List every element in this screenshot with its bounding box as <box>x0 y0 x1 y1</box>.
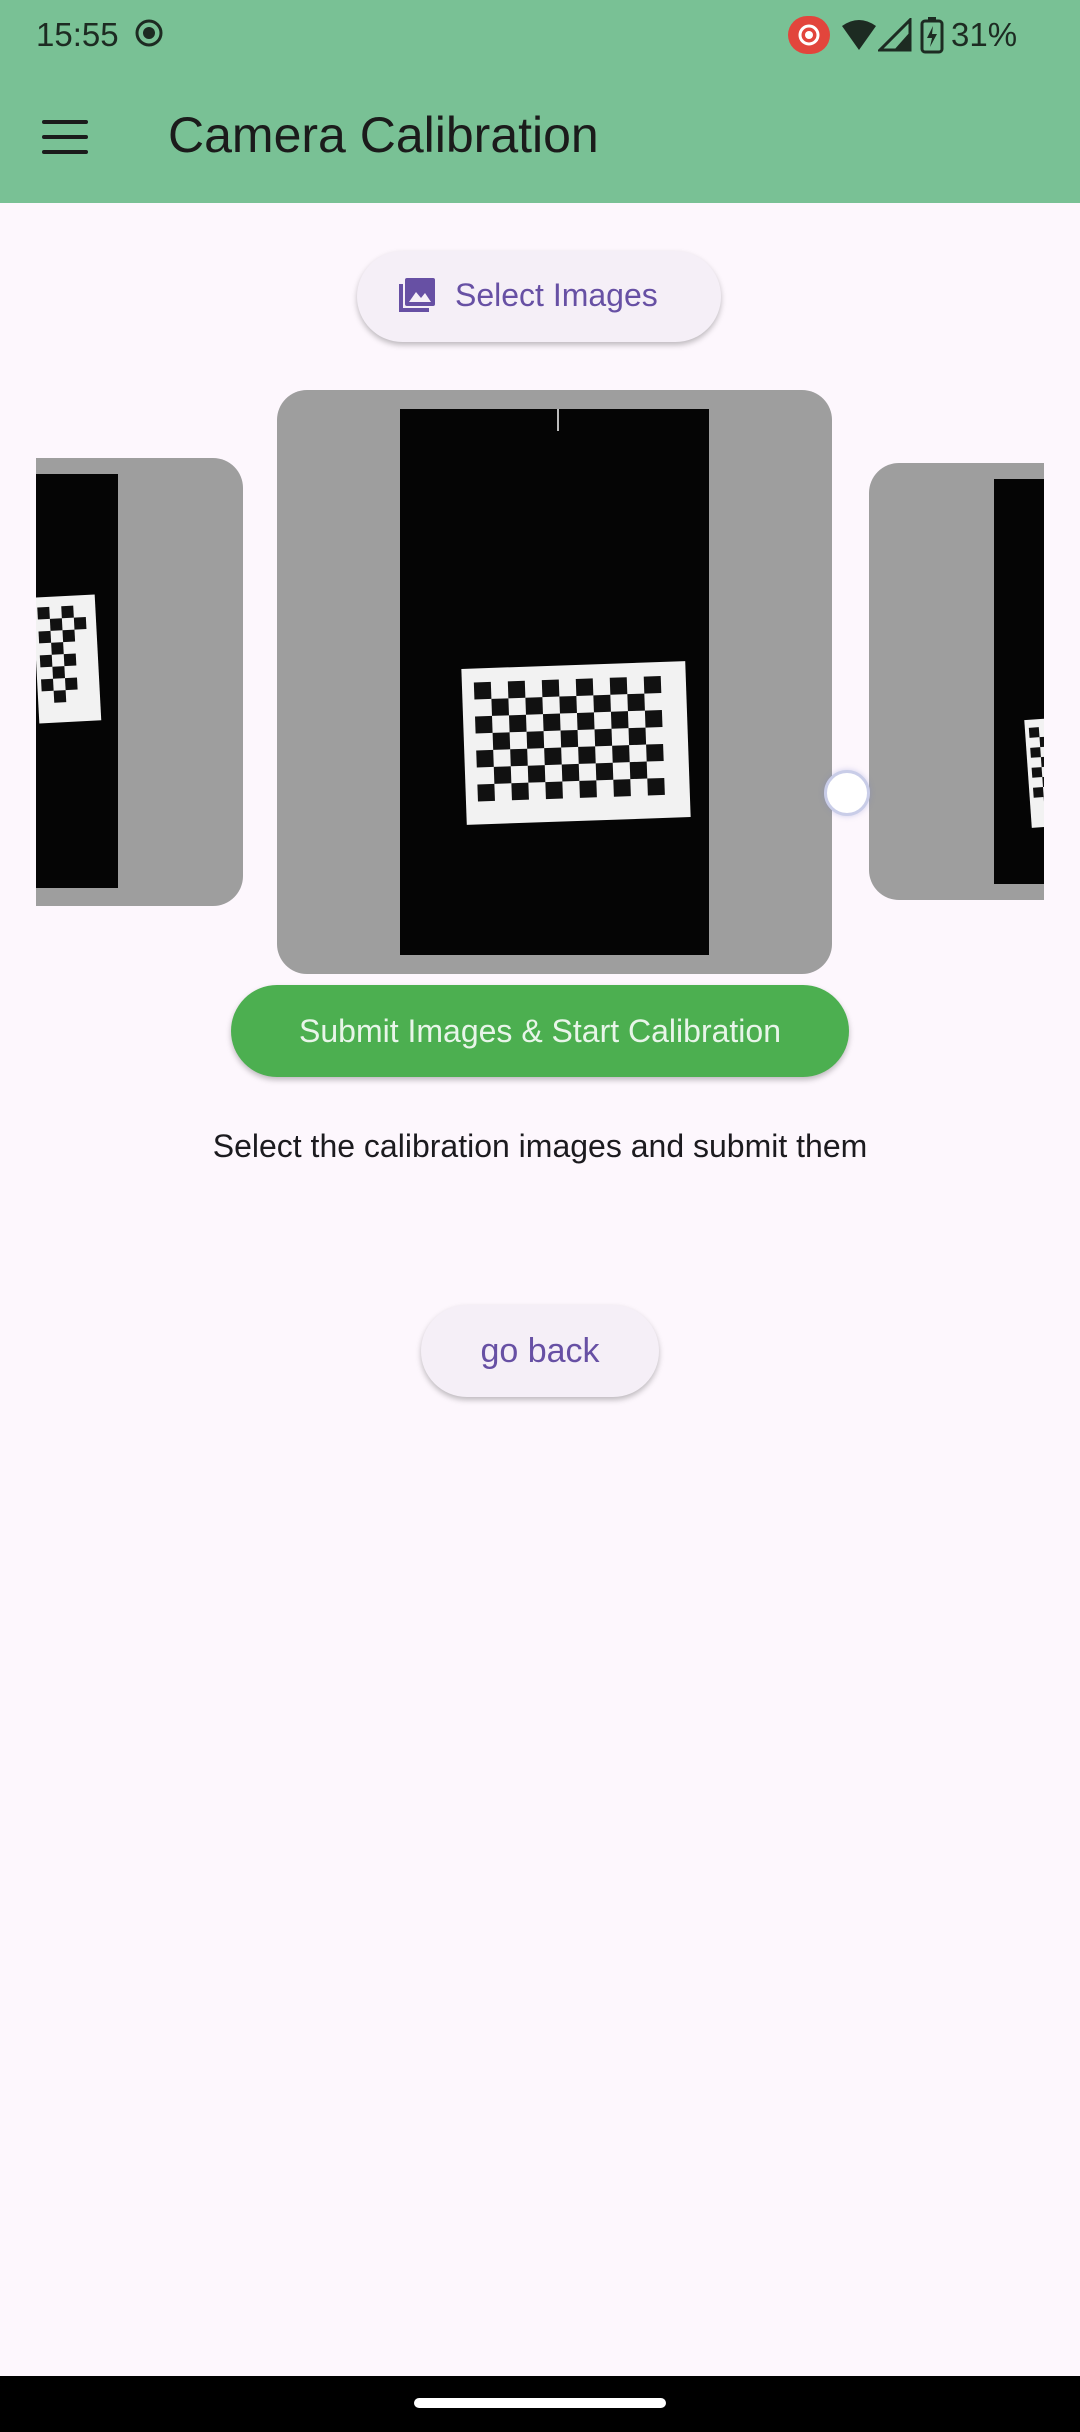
status-time: 15:55 <box>36 16 119 53</box>
checkerboard <box>1024 718 1044 828</box>
app-bar: Camera Calibration <box>0 72 1080 203</box>
select-images-label: Select Images <box>455 277 658 313</box>
photo-preview <box>36 474 118 888</box>
cast-icon <box>788 16 830 54</box>
wifi-icon <box>842 20 876 50</box>
hamburger-menu-icon[interactable] <box>42 120 88 156</box>
photo-preview <box>994 479 1044 884</box>
select-images-button[interactable]: Select Images <box>357 251 721 342</box>
checkerboard-pattern <box>1028 727 1044 807</box>
signal-icon <box>878 18 912 52</box>
go-back-button[interactable]: go back <box>421 1305 659 1397</box>
home-gesture-handle[interactable] <box>414 2398 666 2408</box>
checkerboard <box>461 661 691 825</box>
status-bar: 15:55 31% <box>0 0 1080 72</box>
page-title: Camera Calibration <box>168 107 599 163</box>
calibration-image-previous[interactable] <box>36 458 243 906</box>
battery-percentage: 31% <box>951 16 1018 53</box>
submit-calibration-button[interactable]: Submit Images & Start Calibration <box>231 985 849 1077</box>
battery-icon <box>920 17 944 54</box>
navigation-bar <box>0 2376 1080 2432</box>
calibration-image-current[interactable] <box>277 390 832 974</box>
calibration-image-next[interactable] <box>869 463 1044 900</box>
screen-record-icon <box>135 19 163 47</box>
carousel-drag-handle[interactable] <box>824 770 870 816</box>
photo-preview <box>400 409 709 955</box>
checkerboard-pattern <box>37 605 87 703</box>
instruction-text: Select the calibration images and submit… <box>212 1128 868 1164</box>
checkerboard-pattern <box>473 676 665 802</box>
checkerboard <box>36 594 102 724</box>
image-icon <box>399 278 435 312</box>
